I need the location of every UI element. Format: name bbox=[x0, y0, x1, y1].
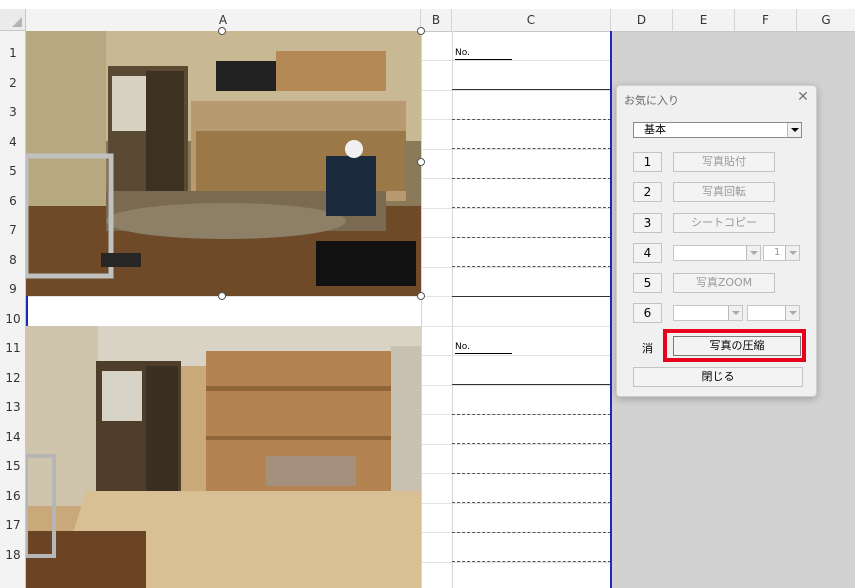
column-header-c[interactable]: C bbox=[452, 9, 611, 31]
favorite-1-button[interactable]: 1 bbox=[633, 152, 662, 172]
chevron-down-icon[interactable] bbox=[785, 246, 799, 260]
sheet-copy-button[interactable]: シートコピー bbox=[673, 213, 775, 233]
photo-after-renovation[interactable] bbox=[26, 326, 421, 588]
compress-button-highlight bbox=[663, 329, 806, 362]
favorite-4-count-select[interactable]: 1 bbox=[763, 245, 800, 261]
row-header-9[interactable]: 9 bbox=[0, 282, 26, 296]
row-header-bar: 1 2 3 4 5 6 7 8 9 10 11 12 13 14 15 16 1… bbox=[0, 31, 26, 588]
row-header-18[interactable]: 18 bbox=[0, 548, 26, 562]
column-header-e[interactable]: E bbox=[673, 9, 735, 31]
row-header-15[interactable]: 15 bbox=[0, 459, 26, 473]
resize-handle-top[interactable] bbox=[218, 27, 226, 35]
rotate-photo-button[interactable]: 写真回転 bbox=[673, 182, 775, 202]
chevron-down-icon[interactable] bbox=[785, 306, 799, 320]
favorite-6-button[interactable]: 6 bbox=[633, 303, 662, 323]
favorites-set-value: 基本 bbox=[644, 123, 666, 136]
row-header-4[interactable]: 4 bbox=[0, 135, 26, 149]
row-header-2[interactable]: 2 bbox=[0, 76, 26, 90]
row-header-16[interactable]: 16 bbox=[0, 489, 26, 503]
close-dialog-button[interactable]: 閉じる bbox=[633, 367, 803, 387]
column-header-b[interactable]: B bbox=[421, 9, 452, 31]
favorite-3-button[interactable]: 3 bbox=[633, 213, 662, 233]
favorite-4-select[interactable] bbox=[673, 245, 761, 261]
favorite-4-count-value: 1 bbox=[774, 247, 781, 258]
erase-label[interactable]: 消 bbox=[642, 340, 653, 356]
chevron-down-icon[interactable] bbox=[728, 306, 742, 320]
paste-photo-button[interactable]: 写真貼付 bbox=[673, 152, 775, 172]
favorite-2-button[interactable]: 2 bbox=[633, 182, 662, 202]
photo-zoom-button[interactable]: 写真ZOOM bbox=[673, 273, 775, 293]
chevron-down-icon[interactable] bbox=[787, 123, 801, 137]
row-header-11[interactable]: 11 bbox=[0, 341, 26, 355]
row-header-12[interactable]: 12 bbox=[0, 371, 26, 385]
column-c-gridline bbox=[452, 31, 453, 588]
photo-number-underline-2 bbox=[455, 353, 512, 354]
column-b-gridline bbox=[421, 31, 422, 588]
print-area-border bbox=[610, 31, 612, 588]
row-header-10[interactable]: 10 bbox=[0, 312, 26, 326]
favorite-5-button[interactable]: 5 bbox=[633, 273, 662, 293]
select-all-corner[interactable] bbox=[0, 9, 26, 31]
close-icon[interactable]: ✕ bbox=[795, 89, 811, 105]
favorite-6-select-a[interactable] bbox=[673, 305, 743, 321]
row-header-1[interactable]: 1 bbox=[0, 46, 26, 60]
window-top-edge bbox=[0, 0, 855, 9]
row-header-14[interactable]: 14 bbox=[0, 430, 26, 444]
favorite-4-button[interactable]: 4 bbox=[633, 243, 662, 263]
resize-handle-right[interactable] bbox=[417, 158, 425, 166]
row-header-3[interactable]: 3 bbox=[0, 105, 26, 119]
row-header-8[interactable]: 8 bbox=[0, 253, 26, 267]
resize-handle-top-right[interactable] bbox=[417, 27, 425, 35]
column-header-bar: A B C D E F G bbox=[0, 9, 855, 32]
chevron-down-icon[interactable] bbox=[746, 246, 760, 260]
favorites-set-select[interactable]: 基本 bbox=[633, 122, 802, 138]
photo-before-renovation[interactable] bbox=[26, 31, 421, 296]
photo-number-underline-1 bbox=[455, 59, 512, 60]
row-header-5[interactable]: 5 bbox=[0, 164, 26, 178]
resize-handle-bottom-right[interactable] bbox=[417, 292, 425, 300]
row-header-6[interactable]: 6 bbox=[0, 194, 26, 208]
column-header-g[interactable]: G bbox=[797, 9, 855, 31]
column-header-d[interactable]: D bbox=[611, 9, 673, 31]
photo-number-label-2: No. bbox=[455, 342, 470, 352]
dialog-title: お気に入り bbox=[624, 94, 679, 107]
column-header-f[interactable]: F bbox=[735, 9, 797, 31]
row-header-13[interactable]: 13 bbox=[0, 400, 26, 414]
row-header-7[interactable]: 7 bbox=[0, 223, 26, 237]
favorite-6-select-b[interactable] bbox=[747, 305, 800, 321]
print-area-border-left bbox=[26, 296, 28, 326]
resize-handle-bottom[interactable] bbox=[218, 292, 226, 300]
row-header-17[interactable]: 17 bbox=[0, 518, 26, 532]
photo-number-label-1: No. bbox=[455, 48, 470, 58]
